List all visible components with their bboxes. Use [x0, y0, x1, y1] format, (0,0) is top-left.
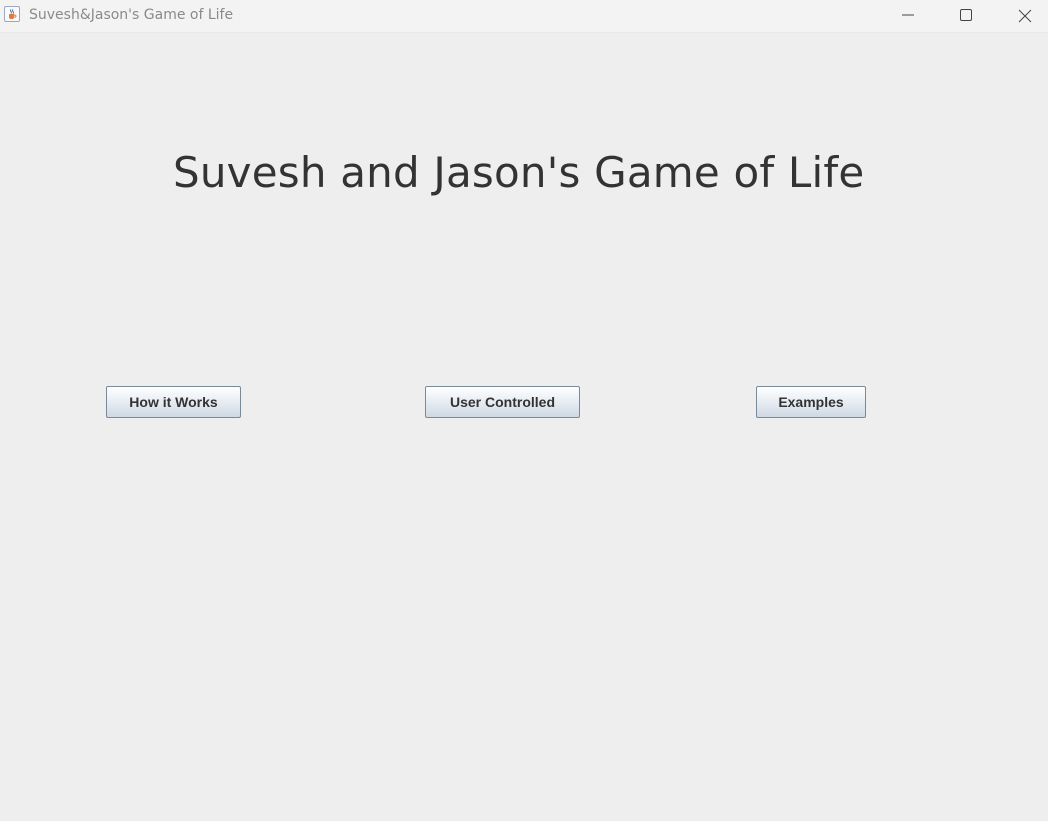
page-title: Suvesh and Jason's Game of Life: [173, 148, 865, 197]
how-it-works-button[interactable]: How it Works: [106, 386, 241, 418]
examples-button[interactable]: Examples: [756, 386, 866, 418]
minimize-button[interactable]: [885, 0, 931, 30]
title-bar[interactable]: Suvesh&Jason's Game of Life: [0, 0, 1048, 33]
minimize-icon: [902, 14, 914, 16]
close-icon: [1018, 9, 1032, 23]
window-title: Suvesh&Jason's Game of Life: [29, 7, 234, 23]
user-controlled-button[interactable]: User Controlled: [425, 386, 580, 418]
maximize-icon: [960, 9, 972, 21]
java-cup-icon[interactable]: [4, 6, 20, 22]
maximize-button[interactable]: [943, 0, 989, 30]
close-button[interactable]: [1001, 0, 1047, 30]
app-window: Suvesh&Jason's Game of Life Suvesh and J…: [0, 0, 1048, 821]
main-panel: Suvesh and Jason's Game of Life How it W…: [0, 33, 1048, 821]
